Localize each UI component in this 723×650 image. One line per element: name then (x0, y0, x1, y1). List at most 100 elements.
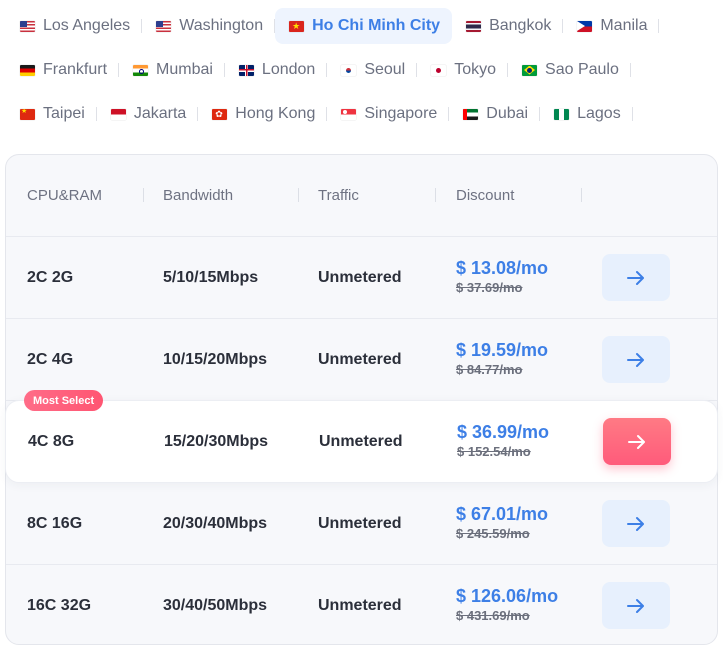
header-bandwidth: Bandwidth (163, 187, 234, 204)
order-button[interactable] (602, 582, 670, 629)
plan-bandwidth: 15/20/30Mbps (164, 433, 269, 450)
city-label: Frankfurt (43, 61, 108, 78)
city-label: Tokyo (454, 61, 497, 78)
city-tab-singapore[interactable]: Singapore (327, 96, 450, 132)
flag-de-icon (20, 64, 35, 76)
plan-traffic: Unmetered (318, 597, 402, 614)
city-tab-tokyo[interactable]: Tokyo (417, 52, 508, 88)
city-label: London (261, 61, 316, 78)
flag-ae-icon (463, 108, 479, 120)
plan-traffic: Unmetered (318, 269, 402, 286)
plan-price: $ 126.06/mo $ 431.69/mo (456, 585, 558, 625)
city-tab-bangkok[interactable]: Bangkok (452, 8, 564, 44)
header-cpu-ram: CPU&RAM (27, 187, 103, 204)
plan-bandwidth: 30/40/50Mbps (163, 597, 268, 614)
flag-th-icon (466, 20, 482, 32)
plan-spec: 8C 16G (27, 515, 83, 532)
header-divider (298, 188, 299, 202)
city-label: Hong Kong (235, 105, 316, 122)
original-price: $ 37.69/mo (456, 280, 523, 295)
plan-spec: 16C 32G (27, 597, 92, 614)
flag-gb-icon (238, 64, 254, 76)
flag-in-icon (133, 64, 149, 76)
city-label: Singapore (364, 105, 438, 122)
city-label: Mumbai (156, 61, 213, 78)
flag-ph-icon (577, 20, 593, 32)
city-selector: Los Angeles Washington Ho Chi Minh City … (6, 4, 718, 136)
city-row: Los Angeles Washington Ho Chi Minh City … (6, 4, 718, 48)
table-row-featured: Most Select 4C 8G 15/20/30Mbps Unmetered… (5, 390, 718, 483)
city-tab-london[interactable]: London (225, 52, 328, 88)
city-tab-lagos[interactable]: Lagos (540, 96, 633, 132)
city-row: Taipei Jakarta Hong Kong Singapore Dubai… (6, 92, 718, 136)
arrow-right-icon (628, 434, 645, 449)
city-tab-manila[interactable]: Manila (563, 8, 660, 44)
city-tab-frankfurt[interactable]: Frankfurt (6, 52, 120, 88)
pricing-table: CPU&RAM Bandwidth Traffic Discount 2C 2G… (5, 154, 718, 645)
plan-spec: 4C 8G (28, 433, 75, 450)
flag-us-icon (20, 20, 35, 32)
city-label: Ho Chi Minh City (312, 17, 441, 34)
discount-price: $ 126.06/mo (456, 586, 559, 606)
plan-traffic: Unmetered (318, 351, 402, 368)
discount-price: $ 13.08/mo (456, 258, 549, 278)
plan-price: $ 36.99/mo $ 152.54/mo (457, 421, 549, 461)
flag-us-icon (156, 20, 172, 32)
plan-spec: 2C 2G (27, 269, 74, 286)
city-tab-jakarta[interactable]: Jakarta (97, 96, 199, 132)
table-row: 2C 4G 10/15/20Mbps Unmetered $ 19.59/mo … (6, 319, 717, 401)
table-row: 16C 32G 30/40/50Mbps Unmetered $ 126.06/… (6, 565, 717, 647)
city-tab-mumbai[interactable]: Mumbai (119, 52, 225, 88)
flag-sg-icon (341, 108, 357, 120)
plan-traffic: Unmetered (319, 433, 403, 450)
city-tab-los-angeles[interactable]: Los Angeles (6, 8, 143, 44)
arrow-right-icon (627, 352, 644, 367)
original-price: $ 152.54/mo (457, 444, 531, 459)
plan-bandwidth: 10/15/20Mbps (163, 351, 268, 368)
flag-br-icon (522, 64, 538, 76)
city-label: Lagos (577, 105, 621, 122)
table-row: 2C 2G 5/10/15Mbps Unmetered $ 13.08/mo $… (6, 237, 717, 319)
header-divider (435, 188, 436, 202)
plan-price: $ 19.59/mo $ 84.77/mo (456, 339, 548, 379)
order-button[interactable] (603, 418, 671, 465)
city-label: Jakarta (133, 105, 187, 122)
city-tab-washington[interactable]: Washington (142, 8, 275, 44)
discount-price: $ 19.59/mo (456, 340, 549, 360)
flag-kr-icon (341, 64, 357, 76)
city-label: Dubai (486, 105, 529, 122)
city-label: Washington (179, 17, 264, 34)
flag-cn-icon (20, 108, 35, 120)
flag-jp-icon (431, 64, 447, 76)
header-traffic: Traffic (318, 187, 359, 204)
city-label: Los Angeles (43, 17, 131, 34)
order-button[interactable] (602, 254, 670, 301)
plan-traffic: Unmetered (318, 515, 402, 532)
plan-bandwidth: 5/10/15Mbps (163, 269, 259, 286)
city-tab-dubai[interactable]: Dubai (449, 96, 540, 132)
flag-hk-icon (212, 108, 228, 120)
city-tab-ho-chi-minh-city[interactable]: Ho Chi Minh City (275, 8, 453, 44)
city-tab-sao-paulo[interactable]: Sao Paulo (508, 52, 631, 88)
order-button[interactable] (602, 500, 670, 547)
arrow-right-icon (627, 516, 644, 531)
table-header: CPU&RAM Bandwidth Traffic Discount (6, 155, 717, 237)
city-tab-hong-kong[interactable]: Hong Kong (198, 96, 328, 132)
plan-spec: 2C 4G (27, 351, 74, 368)
city-label: Taipei (43, 105, 85, 122)
arrow-right-icon (627, 598, 644, 613)
city-label: Manila (600, 17, 648, 34)
city-label: Sao Paulo (545, 61, 619, 78)
plan-bandwidth: 20/30/40Mbps (163, 515, 268, 532)
plan-price: $ 67.01/mo $ 245.59/mo (456, 503, 548, 543)
flag-id-icon (110, 108, 126, 120)
discount-price: $ 36.99/mo (457, 422, 550, 442)
flag-ng-icon (554, 108, 570, 120)
order-button[interactable] (602, 336, 670, 383)
city-tab-taipei[interactable]: Taipei (6, 96, 97, 132)
city-tab-seoul[interactable]: Seoul (327, 52, 418, 88)
flag-vn-icon (289, 20, 305, 32)
table-row: 8C 16G 20/30/40Mbps Unmetered $ 67.01/mo… (6, 483, 717, 565)
original-price: $ 245.59/mo (456, 526, 530, 541)
header-discount: Discount (456, 187, 515, 204)
